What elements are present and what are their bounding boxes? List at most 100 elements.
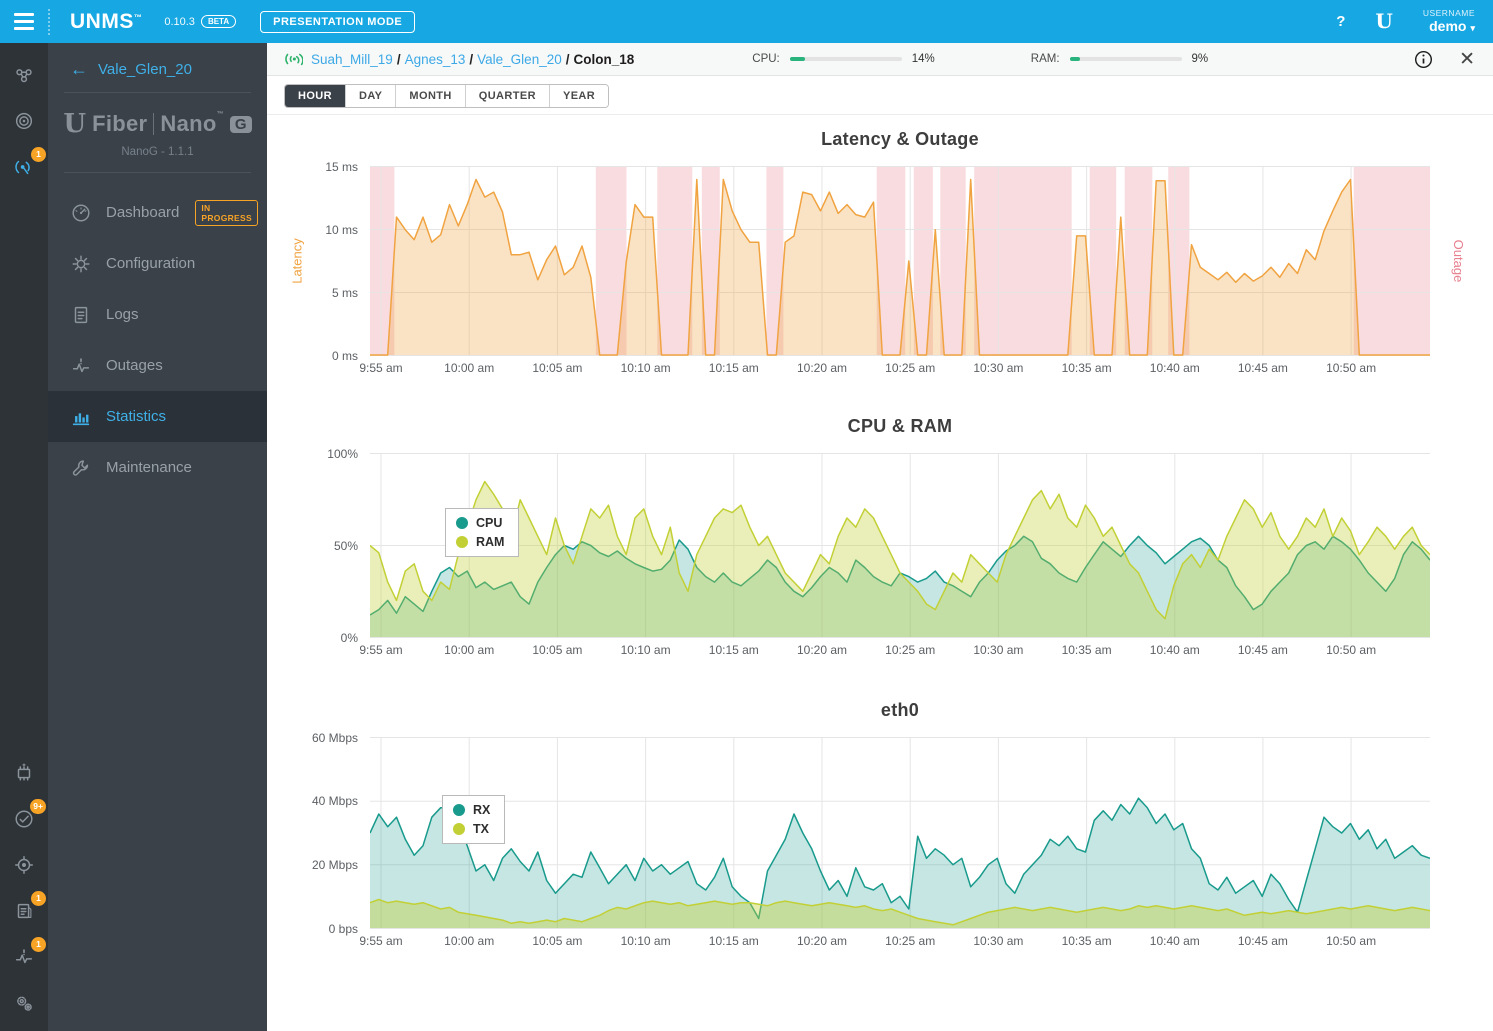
sites-icon[interactable] bbox=[6, 57, 42, 93]
chart-title: CPU & RAM bbox=[847, 416, 953, 436]
tab-hour[interactable]: HOUR bbox=[285, 85, 345, 107]
ubiquiti-logo-icon[interactable]: U bbox=[1375, 9, 1392, 33]
sidebar-item-configuration[interactable]: Configuration bbox=[48, 238, 267, 289]
sidebar-item-label: Maintenance bbox=[106, 459, 192, 476]
topbar-separator bbox=[48, 8, 50, 35]
topbar: UNMS™ 0.10.3 BETA PRESENTATION MODE ? U … bbox=[0, 0, 1493, 43]
y-axis-tick-label: 0 bps bbox=[328, 921, 358, 936]
x-axis-tick-label: 10:10 am bbox=[620, 361, 671, 375]
y-axis-tick-label: 60 Mbps bbox=[311, 730, 358, 745]
main-panel: Suah_Mill_19/Agnes_13/Vale_Glen_20/Colon… bbox=[267, 43, 1493, 1031]
user-menu[interactable]: USERNAME demo ▾ bbox=[1423, 8, 1475, 35]
x-axis-tick-label: 10:20 am bbox=[796, 934, 848, 948]
chart-canvas[interactable] bbox=[370, 453, 1430, 638]
x-axis-tick-label: 10:45 am bbox=[1237, 934, 1288, 948]
y-axis-tick-label: 40 Mbps bbox=[311, 794, 358, 809]
outages-icon[interactable]: 1 bbox=[6, 937, 46, 975]
breadcrumb-separator: / bbox=[396, 51, 401, 67]
y-axis-tick-label: 10 ms bbox=[325, 222, 358, 237]
tab-month[interactable]: MONTH bbox=[395, 85, 465, 107]
sidebar-item-statistics[interactable]: Statistics bbox=[48, 391, 267, 442]
x-axis-tick-label: 10:45 am bbox=[1237, 643, 1288, 657]
sidebar-item-maintenance[interactable]: Maintenance bbox=[48, 442, 267, 493]
legend-item[interactable]: TX bbox=[453, 822, 490, 836]
x-axis-tick-label: 10:25 am bbox=[885, 934, 936, 948]
username-label: USERNAME bbox=[1422, 8, 1475, 18]
close-icon[interactable]: ✕ bbox=[1459, 48, 1475, 71]
statistics-icon bbox=[70, 406, 92, 428]
x-axis-tick-label: 10:00 am bbox=[444, 361, 495, 375]
breadcrumb-link[interactable]: Vale_Glen_20 bbox=[477, 52, 562, 67]
back-arrow-icon: ← bbox=[70, 59, 88, 79]
firmware-icon[interactable] bbox=[6, 755, 42, 791]
x-axis-tick-label: 10:40 am bbox=[1149, 361, 1200, 375]
ufiber-u-icon: U bbox=[63, 109, 87, 139]
chart-title: eth0 bbox=[880, 700, 920, 720]
sidebar-item-label: Configuration bbox=[106, 255, 196, 272]
x-axis-tick-label: 10:10 am bbox=[620, 643, 671, 657]
settings-icon[interactable] bbox=[6, 985, 42, 1021]
breadcrumb-separator: / bbox=[565, 51, 570, 67]
username-value: demo ▾ bbox=[1429, 18, 1475, 35]
logs-icon bbox=[70, 304, 92, 326]
presentation-mode-button[interactable]: PRESENTATION MODE bbox=[260, 10, 416, 33]
tab-day[interactable]: DAY bbox=[345, 85, 396, 107]
legend-item[interactable]: RX bbox=[453, 803, 490, 817]
x-axis-tick-label: 10:05 am bbox=[532, 361, 583, 375]
devices-icon[interactable]: 1 bbox=[6, 147, 46, 185]
dashboard-icon bbox=[70, 202, 92, 224]
version-label: 0.10.3 bbox=[164, 15, 195, 28]
device-log-icon[interactable]: 1 bbox=[6, 891, 46, 929]
tasks-icon[interactable]: 9+ bbox=[6, 799, 46, 837]
legend-color-dot bbox=[456, 536, 468, 548]
discovery-icon[interactable] bbox=[6, 847, 42, 883]
sidebar-divider bbox=[64, 172, 251, 173]
sidebar-item-label: Statistics bbox=[106, 408, 167, 425]
maintenance-icon bbox=[70, 457, 92, 479]
info-icon[interactable] bbox=[1414, 50, 1433, 69]
hamburger-menu-icon[interactable] bbox=[0, 0, 48, 43]
sidebar-item-dashboard[interactable]: Dashboard IN PROGRESS bbox=[48, 187, 267, 238]
x-axis-tick-label: 9:55 am bbox=[359, 934, 403, 948]
chart-canvas[interactable] bbox=[370, 737, 1430, 929]
right-axis-label: Outage bbox=[1451, 239, 1467, 283]
sidebar-item-label: Logs bbox=[106, 306, 139, 323]
sidebar-item-logs[interactable]: Logs bbox=[48, 289, 267, 340]
back-to-site-link[interactable]: ← Vale_Glen_20 bbox=[48, 43, 267, 92]
chart-canvas[interactable] bbox=[370, 166, 1430, 356]
tab-quarter[interactable]: QUARTER bbox=[464, 85, 549, 107]
sidebar-item-outages[interactable]: Outages bbox=[48, 340, 267, 391]
notification-badge: 1 bbox=[31, 891, 46, 906]
x-axis-tick-label: 10:40 am bbox=[1149, 643, 1200, 657]
notification-badge: 1 bbox=[31, 937, 46, 952]
chart-legend: RX TX bbox=[442, 795, 506, 844]
x-axis-tick-label: 10:30 am bbox=[973, 643, 1024, 657]
ram-label: RAM: bbox=[1030, 53, 1060, 65]
tab-year[interactable]: YEAR bbox=[548, 85, 609, 107]
sidebar-item-label: Outages bbox=[106, 357, 163, 374]
x-axis-tick-label: 10:50 am bbox=[1326, 361, 1377, 375]
chart-eth0: eth0 60 Mbps 40 Mbps 20 Mbps 0 bps RX TX 9:55 a… bbox=[267, 700, 1493, 951]
y-axis-tick-label: 50% bbox=[333, 538, 358, 553]
y-axis-tick-label: 15 ms bbox=[325, 159, 358, 174]
endpoints-icon[interactable] bbox=[6, 103, 42, 139]
ram-meter: RAM: 9% bbox=[1031, 53, 1208, 65]
legend-item[interactable]: RAM bbox=[456, 535, 504, 549]
x-axis-tick-label: 10:25 am bbox=[885, 361, 936, 375]
help-icon[interactable]: ? bbox=[1336, 13, 1345, 30]
breadcrumb-link[interactable]: Suah_Mill_19 bbox=[311, 52, 393, 67]
legend-item[interactable]: CPU bbox=[456, 516, 504, 530]
notification-badge: 9+ bbox=[30, 799, 46, 814]
x-axis-tick-label: 9:55 am bbox=[359, 361, 403, 375]
y-axis-tick-label: 0% bbox=[340, 630, 358, 645]
ram-progressbar bbox=[1069, 57, 1182, 61]
x-axis-tick-label: 10:05 am bbox=[532, 934, 583, 948]
legend-series-name: TX bbox=[473, 822, 489, 836]
charts-area: Latency & Outage 15 ms 10 ms 5 ms 0 ms Latenc… bbox=[267, 115, 1493, 1031]
chart-latency-outage: Latency & Outage 15 ms 10 ms 5 ms 0 ms Latenc… bbox=[267, 129, 1493, 378]
x-axis-tick-label: 10:15 am bbox=[708, 934, 759, 948]
site-name-label: Vale_Glen_20 bbox=[98, 60, 192, 78]
y-axis-tick-label: 0 ms bbox=[331, 348, 358, 363]
x-axis-tick-label: 10:35 am bbox=[1061, 643, 1112, 657]
breadcrumb-link[interactable]: Agnes_13 bbox=[405, 52, 466, 67]
